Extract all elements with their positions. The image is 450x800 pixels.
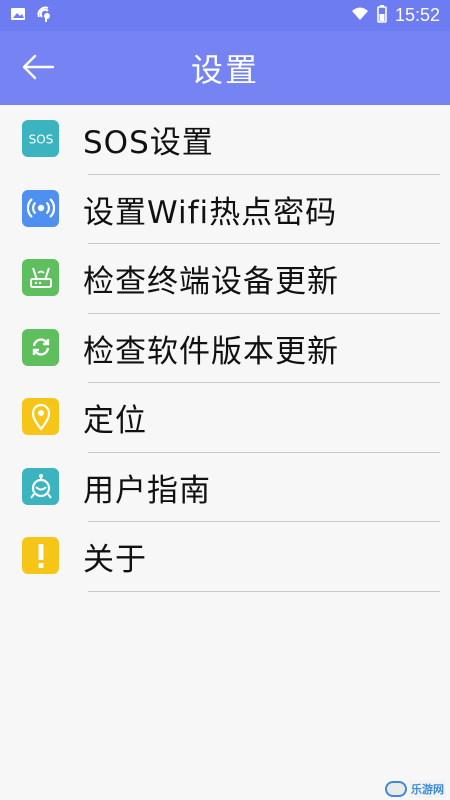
app-bar: 设置	[0, 31, 450, 105]
wifi-icon	[351, 6, 369, 25]
watermark: 乐游网	[385, 780, 446, 798]
menu-item-check-device-update[interactable]: 检查终端设备更新	[0, 244, 450, 314]
status-left	[10, 5, 54, 27]
menu-item-wifi-hotspot-password[interactable]: 设置Wifi热点密码	[0, 175, 450, 244]
svg-text:SOS: SOS	[28, 132, 53, 146]
location-pin-icon	[22, 398, 59, 435]
wifi-hotspot-icon	[22, 189, 59, 227]
menu-item-sos-settings[interactable]: SOS SOS设置	[0, 105, 450, 175]
back-arrow-icon	[21, 54, 55, 84]
status-bar: 15:52	[0, 0, 450, 31]
menu-item-label: 用户指南	[83, 472, 211, 509]
menu-item-check-software-update[interactable]: 检查软件版本更新	[0, 314, 450, 383]
router-icon	[22, 259, 59, 296]
settings-menu-list: SOS SOS设置 设置Wifi热点密码 检查终端设备更新 检查软件版本更新 定…	[0, 105, 450, 592]
divider	[88, 590, 440, 592]
menu-item-label: 关于	[83, 542, 147, 579]
menu-item-label: 定位	[83, 403, 147, 440]
battery-icon	[377, 4, 387, 27]
menu-item-label: 检查终端设备更新	[83, 264, 339, 301]
status-right: 15:52	[351, 4, 440, 27]
status-time: 15:52	[394, 5, 440, 25]
page-title: 设置	[190, 51, 259, 89]
menu-item-about[interactable]: 关于	[0, 522, 450, 592]
logo-mark-icon	[385, 781, 407, 797]
sos-icon: SOS	[22, 120, 59, 157]
menu-item-label: 检查软件版本更新	[83, 333, 339, 370]
menu-item-label: 设置Wifi热点密码	[83, 194, 338, 231]
back-button[interactable]	[18, 49, 58, 89]
info-exclamation-icon	[22, 537, 59, 574]
refresh-icon	[22, 328, 59, 366]
menu-item-label: SOS设置	[83, 125, 214, 162]
watermark-text: 乐游网	[409, 780, 446, 798]
menu-item-location[interactable]: 定位	[0, 383, 450, 453]
satellite-icon	[36, 5, 54, 27]
menu-item-user-guide[interactable]: 用户指南	[0, 453, 450, 522]
image-icon	[10, 6, 26, 26]
guide-robot-icon	[22, 467, 59, 505]
